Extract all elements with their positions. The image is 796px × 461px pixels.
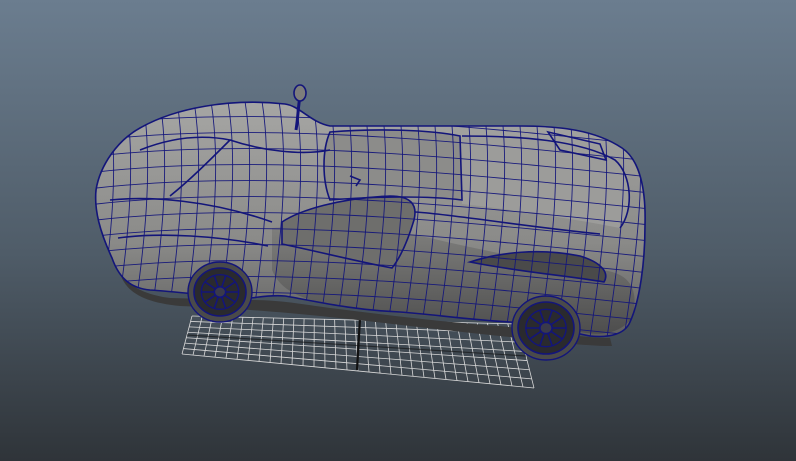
front-wheel [187, 261, 253, 323]
viewport-canvas[interactable] [0, 0, 796, 461]
rear-wheel [511, 295, 581, 361]
3d-viewport[interactable] [0, 0, 796, 461]
